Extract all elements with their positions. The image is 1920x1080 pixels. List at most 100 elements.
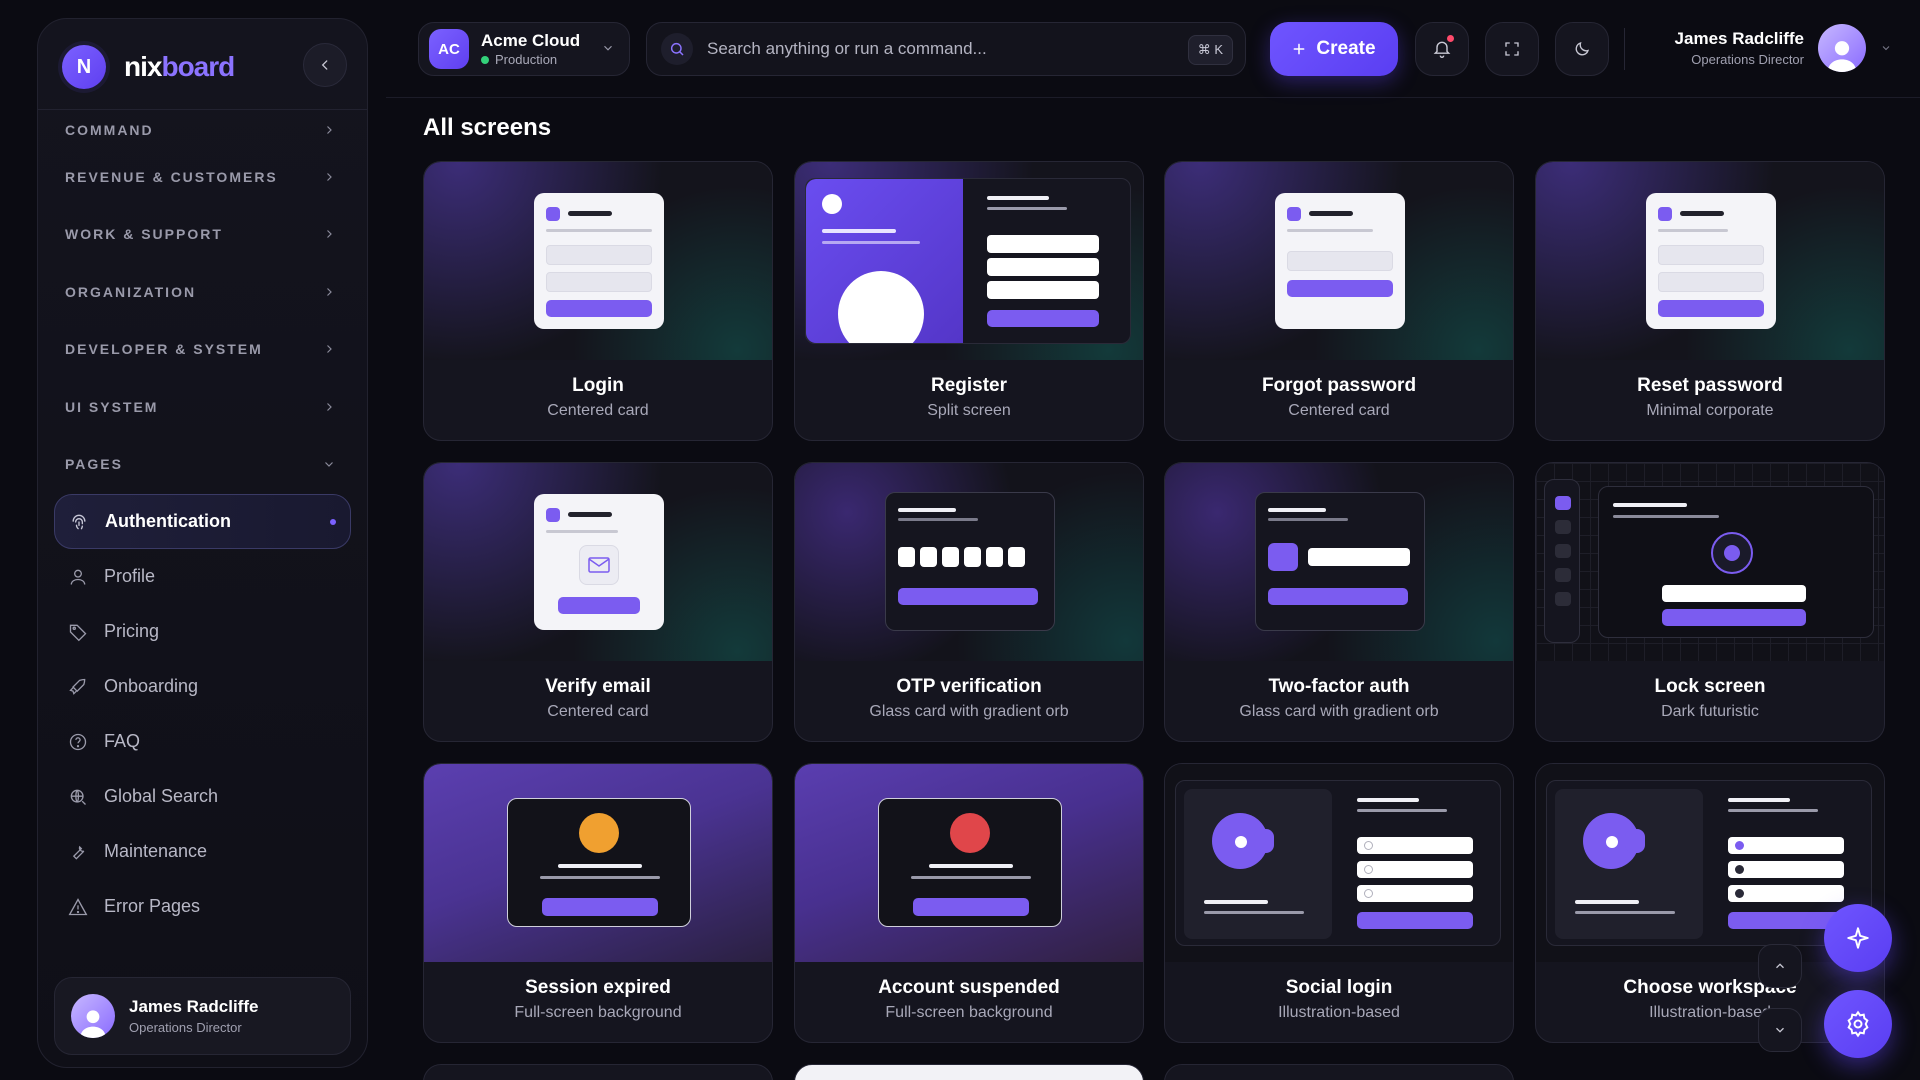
preview-glass-card <box>1255 492 1425 631</box>
create-button[interactable]: Create <box>1270 22 1398 76</box>
fullscreen-button[interactable] <box>1485 22 1539 76</box>
screen-card-otp-verification[interactable]: OTP verification Glass card with gradien… <box>794 462 1144 742</box>
screen-card-lock-screen[interactable]: Lock screen Dark futuristic <box>1535 462 1885 742</box>
card-preview <box>424 463 772 661</box>
sidebar-section-ui-system[interactable]: UI SYSTEM <box>38 378 367 436</box>
card-title: Social login <box>1285 977 1393 998</box>
brand-name: nixboard <box>124 51 235 83</box>
card-title: Choose workspace <box>1623 977 1797 998</box>
sidebar-item-label: Maintenance <box>104 841 208 861</box>
avatar-person-icon <box>80 1010 106 1038</box>
card-title: Two-factor auth <box>1268 676 1410 697</box>
tag-icon <box>69 624 87 641</box>
scroll-down-button[interactable] <box>1758 1008 1802 1052</box>
preview-lock-panel <box>1598 486 1874 638</box>
screen-card-partial[interactable] <box>1164 1064 1514 1080</box>
screen-card-verify-email[interactable]: Verify email Centered card <box>423 462 773 742</box>
section-label: COMMAND <box>65 122 154 138</box>
sidebar-item-authentication[interactable]: Authentication <box>54 494 351 549</box>
plus-icon <box>1293 43 1305 55</box>
preview-split-card <box>1546 780 1872 946</box>
card-preview <box>1165 463 1513 661</box>
section-label: PAGES <box>65 456 123 473</box>
sidebar-sections: COMMAND REVENUE & CUSTOMERS WORK & SUPPO… <box>38 122 367 494</box>
search-input[interactable] <box>707 39 1177 59</box>
fingerprint-icon <box>72 514 86 529</box>
sidebar-section-organization[interactable]: ORGANIZATION <box>38 263 367 321</box>
avatar-person-icon <box>1827 41 1857 72</box>
sidebar-item-pricing[interactable]: Pricing <box>54 604 351 659</box>
sidebar-item-label: Onboarding <box>104 676 199 696</box>
card-subtitle: Illustration-based <box>1278 1004 1400 1021</box>
chevron-right-icon <box>327 287 332 296</box>
card-subtitle: Minimal corporate <box>1646 402 1774 419</box>
screen-card-social-login[interactable]: Social login Illustration-based <box>1164 763 1514 1043</box>
card-title: Lock screen <box>1654 676 1766 697</box>
card-title: Reset password <box>1637 375 1783 396</box>
workspace-switcher[interactable]: AC Acme Cloud Production <box>418 22 630 76</box>
pages-nav: Authentication Profile Pricing Onboardin… <box>54 494 351 934</box>
rocket-icon <box>69 678 86 695</box>
sidebar-section-pages[interactable]: PAGES <box>38 436 367 494</box>
user-role: Operations Director <box>1691 52 1804 67</box>
user-name: James Radcliffe <box>1674 29 1804 48</box>
sidebar-item-label: Profile <box>104 566 156 586</box>
screen-card-forgot-password[interactable]: Forgot password Centered card <box>1164 161 1514 441</box>
globe-search-icon <box>70 789 86 805</box>
card-preview <box>1165 162 1513 360</box>
sidebar-item-error-pages[interactable]: Error Pages <box>54 879 351 934</box>
sidebar-section-work[interactable]: WORK & SUPPORT <box>38 206 367 264</box>
notifications-button[interactable] <box>1415 22 1469 76</box>
card-title: Session expired <box>525 977 671 998</box>
workspace-env-label: Production <box>495 52 558 67</box>
brand-name-part-1: nix <box>124 51 162 82</box>
sidebar-item-maintenance[interactable]: Maintenance <box>54 824 351 879</box>
card-preview <box>424 764 772 962</box>
chevron-right-icon <box>327 126 332 134</box>
moon-icon <box>1575 41 1590 56</box>
brand-logo: N <box>62 45 106 89</box>
active-indicator <box>330 518 336 525</box>
sidebar-item-global-search[interactable]: Global Search <box>54 769 351 824</box>
sidebar-item-profile[interactable]: Profile <box>54 549 351 604</box>
screen-card-reset-password[interactable]: Reset password Minimal corporate <box>1535 161 1885 441</box>
sidebar-item-onboarding[interactable]: Onboarding <box>54 659 351 714</box>
search-bar[interactable]: ⌘ K <box>646 22 1246 76</box>
preview-form-card <box>534 494 664 630</box>
sidebar-section-revenue[interactable]: REVENUE & CUSTOMERS <box>38 148 367 206</box>
card-title: Account suspended <box>878 977 1060 998</box>
user-menu[interactable]: James Radcliffe Operations Director <box>1675 24 1892 72</box>
collapse-sidebar-button[interactable] <box>303 43 347 87</box>
screen-card-two-factor-auth[interactable]: Two-factor auth Glass card with gradient… <box>1164 462 1514 742</box>
settings-button[interactable] <box>1824 990 1892 1058</box>
workspace-env: Production <box>481 52 580 67</box>
notification-badge <box>1447 35 1454 42</box>
page-title: All screens <box>423 114 552 141</box>
preview-split-card <box>805 178 1131 344</box>
scroll-up-button[interactable] <box>1758 944 1802 988</box>
preview-sidebar <box>1544 479 1580 643</box>
screen-card-partial[interactable] <box>423 1064 773 1080</box>
screen-card-session-expired[interactable]: Session expired Full-screen background <box>423 763 773 1043</box>
screen-card-partial[interactable] <box>794 1064 1144 1080</box>
section-label: ORGANIZATION <box>65 283 197 300</box>
sidebar-section-developer[interactable]: DEVELOPER & SYSTEM <box>38 321 367 379</box>
sidebar-item-faq[interactable]: FAQ <box>54 714 351 769</box>
card-title: Forgot password <box>1261 375 1417 396</box>
card-subtitle: Centered card <box>547 402 649 419</box>
card-subtitle: Dark futuristic <box>1661 703 1759 720</box>
card-preview <box>795 463 1143 661</box>
chevron-right-icon <box>327 402 332 411</box>
screen-card-register[interactable]: Register Split screen <box>794 161 1144 441</box>
gear-icon <box>1847 1010 1869 1038</box>
preview-form-card <box>534 193 664 329</box>
sidebar-section-command[interactable]: COMMAND <box>38 112 367 148</box>
screen-card-login[interactable]: Login Centered card <box>423 161 773 441</box>
sidebar-user-card[interactable]: James Radcliffe Operations Director <box>54 977 351 1055</box>
user-icon <box>70 569 86 585</box>
ai-assistant-button[interactable] <box>1824 904 1892 972</box>
theme-toggle-button[interactable] <box>1555 22 1609 76</box>
screen-card-account-suspended[interactable]: Account suspended Full-screen background <box>794 763 1144 1043</box>
brand[interactable]: N nixboard <box>62 45 235 89</box>
card-subtitle: Centered card <box>547 703 649 720</box>
